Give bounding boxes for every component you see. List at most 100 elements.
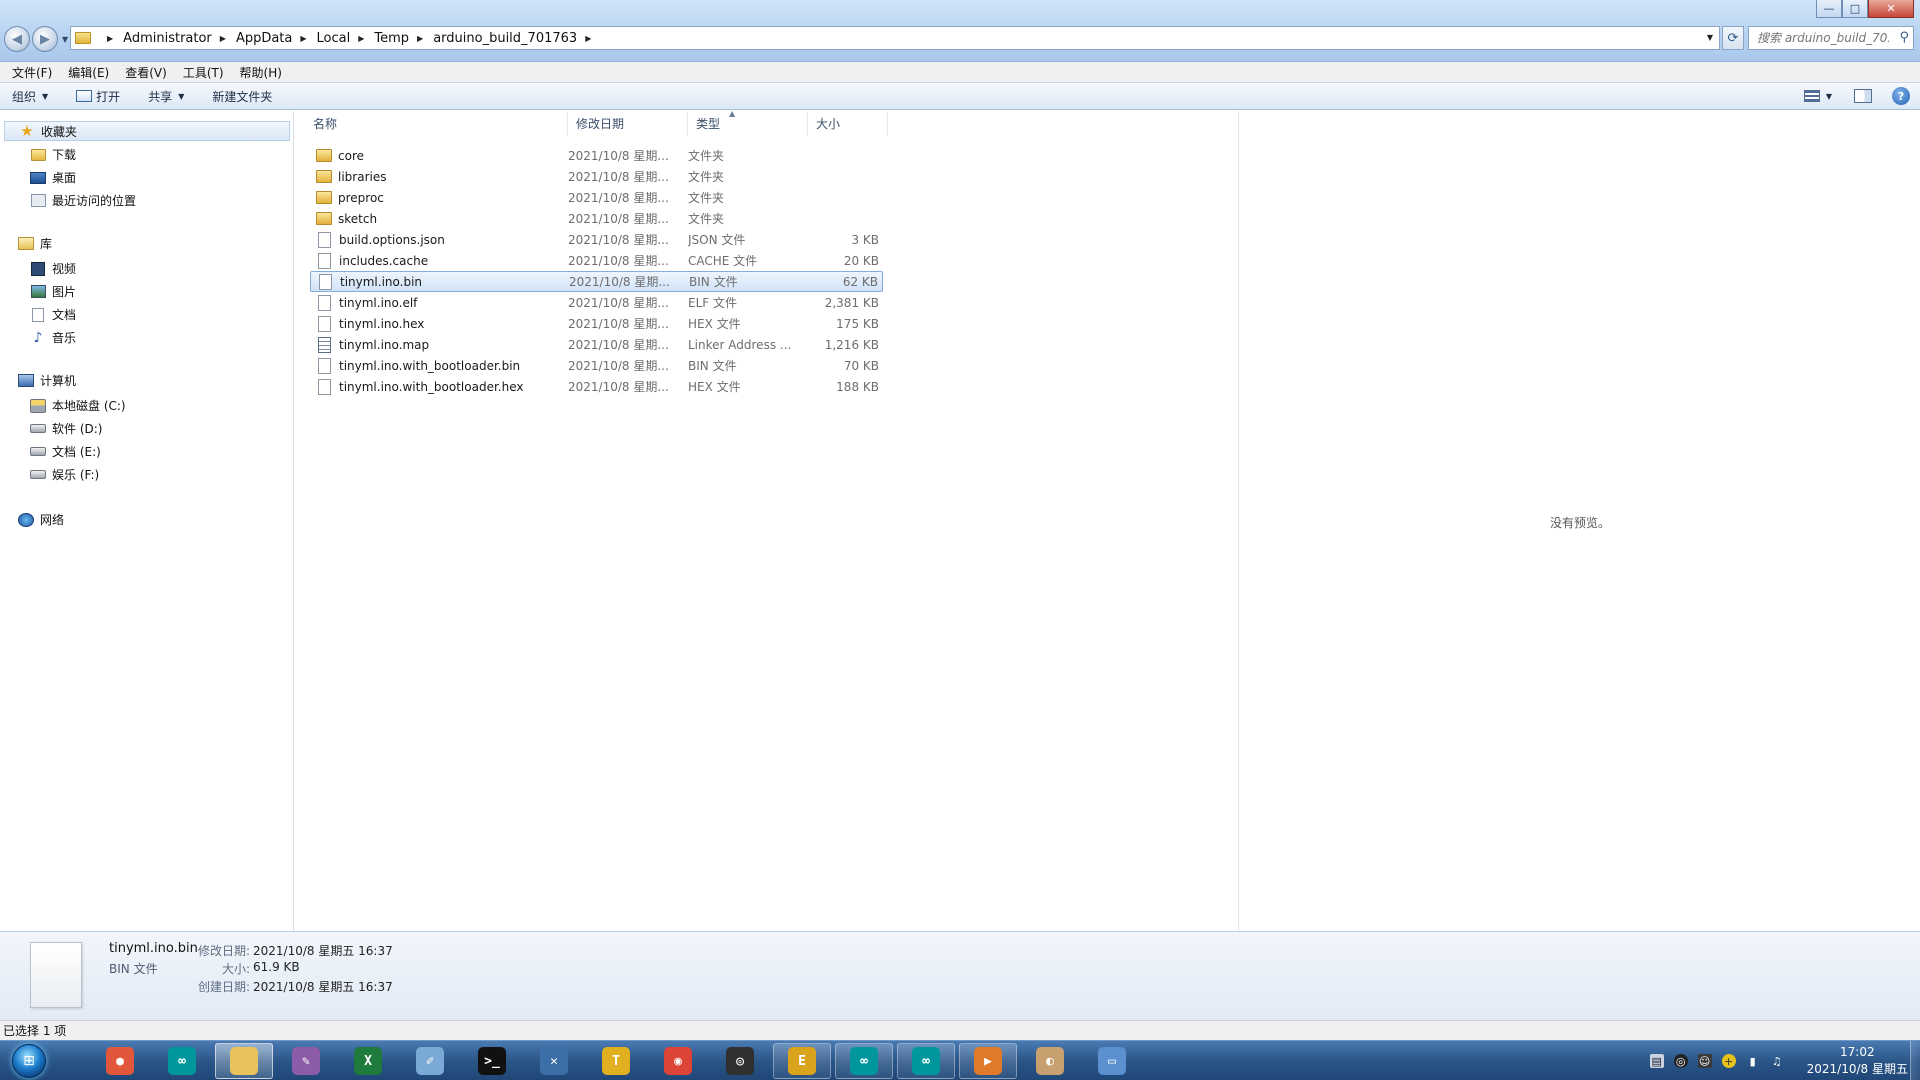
taskbar-app-button[interactable]: ✕ <box>525 1043 583 1079</box>
minimize-button[interactable]: — <box>1816 0 1842 18</box>
column-header-type[interactable]: 类型 <box>688 111 808 136</box>
share-button[interactable]: 共享 ▼ <box>148 88 184 105</box>
details-created-value[interactable]: 2021/10/8 星期五 16:37 <box>253 978 393 995</box>
breadcrumb-local[interactable]: Local ▶ <box>317 31 375 46</box>
taskbar-app-button[interactable]: ∞ <box>153 1043 211 1079</box>
nav-item-drive-d[interactable]: 软件 (D:) <box>30 420 102 437</box>
file-row[interactable]: includes.cache 2021/10/8 星期... CACHE 文件 … <box>310 250 883 271</box>
nav-item-drive-f[interactable]: 娱乐 (F:) <box>30 466 99 483</box>
taskbar-app-button[interactable]: X <box>339 1043 397 1079</box>
nav-item-recent[interactable]: 最近访问的位置 <box>30 192 136 209</box>
keyboard-icon[interactable]: ▤ <box>1649 1054 1664 1068</box>
breadcrumb-temp[interactable]: Temp ▶ <box>374 31 433 46</box>
folder-icon <box>316 191 332 204</box>
nav-item-music[interactable]: ♪ 音乐 <box>30 329 76 346</box>
chevron-right-icon[interactable]: ▶ <box>300 34 306 43</box>
chevron-right-icon[interactable]: ▶ <box>220 34 226 43</box>
forward-button[interactable]: ▶ <box>32 26 58 52</box>
taskbar-app-button[interactable]: ◉ <box>649 1043 707 1079</box>
file-row[interactable]: tinyml.ino.hex 2021/10/8 星期... HEX 文件 17… <box>310 313 883 334</box>
file-row[interactable]: preproc 2021/10/8 星期... 文件夹 <box>310 187 883 208</box>
notepad-icon: ✐ <box>416 1047 444 1075</box>
taskbar-app-button[interactable]: ▭ <box>1083 1043 1141 1079</box>
breadcrumb-arduino-build[interactable]: arduino_build_701763 ▶ <box>433 31 601 46</box>
nav-item-drive-e[interactable]: 文档 (E:) <box>30 443 101 460</box>
nav-item-downloads[interactable]: 下载 <box>30 146 76 163</box>
menu-edit[interactable]: 编辑(E) <box>60 64 117 81</box>
taskbar-app-button[interactable]: ✎ <box>277 1043 335 1079</box>
file-row[interactable]: tinyml.ino.with_bootloader.bin 2021/10/8… <box>310 355 883 376</box>
chevron-right-icon[interactable]: ▶ <box>107 34 113 43</box>
column-header-size[interactable]: 大小 <box>808 111 888 136</box>
nav-item-pictures[interactable]: 图片 <box>30 283 76 300</box>
update-tray-icon[interactable]: + <box>1721 1054 1736 1068</box>
network-signal-icon[interactable]: ▮ <box>1746 1054 1760 1068</box>
new-folder-button[interactable]: 新建文件夹 <box>212 88 272 105</box>
taskbar-app-button[interactable]: ▶ <box>959 1043 1017 1079</box>
address-dropdown-icon[interactable]: ▼ <box>1707 33 1713 42</box>
breadcrumb-appdata[interactable]: AppData ▶ <box>236 31 317 46</box>
show-desktop-button[interactable] <box>1910 1041 1920 1080</box>
nav-network[interactable]: 网络 <box>18 511 64 528</box>
chevron-right-icon[interactable]: ▶ <box>358 34 364 43</box>
clock[interactable]: 17:02 2021/10/8 星期五 <box>1807 1044 1908 1078</box>
nav-item-drive-c[interactable]: 本地磁盘 (C:) <box>30 397 126 414</box>
menu-file[interactable]: 文件(F) <box>4 64 60 81</box>
search-input[interactable] <box>1757 31 1889 45</box>
file-row[interactable]: tinyml.ino.with_bootloader.hex 2021/10/8… <box>310 376 883 397</box>
open-button[interactable]: 打开 <box>76 88 120 105</box>
taskbar-app-button[interactable]: ∞ <box>835 1043 893 1079</box>
arduino-icon: ∞ <box>168 1047 196 1075</box>
taskbar-app-button[interactable]: T <box>587 1043 645 1079</box>
nav-favorites[interactable]: ★ 收藏夹 <box>4 121 290 141</box>
obs-tray-icon[interactable]: ◎ <box>1673 1054 1688 1068</box>
excel-icon: X <box>354 1047 382 1075</box>
file-row[interactable]: tinyml.ino.elf 2021/10/8 星期... ELF 文件 2,… <box>310 292 883 313</box>
file-row[interactable]: core 2021/10/8 星期... 文件夹 <box>310 145 883 166</box>
close-button[interactable]: ✕ <box>1868 0 1914 18</box>
file-row[interactable]: sketch 2021/10/8 星期... 文件夹 <box>310 208 883 229</box>
menu-view[interactable]: 查看(V) <box>117 64 175 81</box>
wechat-tray-icon[interactable]: ☺ <box>1697 1054 1712 1068</box>
preview-pane-icon[interactable] <box>1854 89 1872 103</box>
view-options-icon[interactable] <box>1803 90 1820 102</box>
taskbar-app-button[interactable]: ✐ <box>401 1043 459 1079</box>
menu-help[interactable]: 帮助(H) <box>232 64 290 81</box>
start-button[interactable]: ⊞ <box>4 1042 54 1080</box>
taskbar-app-button[interactable] <box>215 1043 273 1079</box>
help-icon[interactable]: ? <box>1892 87 1910 105</box>
file-row[interactable]: build.options.json 2021/10/8 星期... JSON … <box>310 229 883 250</box>
nav-item-videos[interactable]: 视频 <box>30 260 76 277</box>
column-header-name[interactable]: 名称 <box>295 111 568 136</box>
organize-button[interactable]: 组织 ▼ <box>12 88 48 105</box>
taskbar-app-button[interactable]: ∞ <box>897 1043 955 1079</box>
star-icon: ★ <box>20 122 34 140</box>
nav-computer[interactable]: 计算机 <box>18 372 76 389</box>
taskbar-app-button[interactable]: >_ <box>463 1043 521 1079</box>
nav-item-desktop[interactable]: 桌面 <box>30 169 76 186</box>
address-bar[interactable]: ▶ Administrator ▶ AppData ▶ Local ▶ Temp ▶ a… <box>70 26 1720 50</box>
volume-icon[interactable]: ♫ <box>1770 1054 1784 1068</box>
nav-item-documents[interactable]: 文档 <box>30 306 76 323</box>
search-box[interactable]: ⚲ <box>1748 26 1914 50</box>
column-header-date[interactable]: 修改日期 <box>568 111 688 136</box>
file-row-selected[interactable]: tinyml.ino.bin 2021/10/8 星期... BIN 文件 62… <box>310 271 883 292</box>
history-dropdown-icon[interactable]: ▼ <box>62 35 68 44</box>
taskbar-app-button[interactable]: ● <box>91 1043 149 1079</box>
file-row[interactable]: libraries 2021/10/8 星期... 文件夹 <box>310 166 883 187</box>
refresh-button[interactable]: ⟳ <box>1722 26 1744 50</box>
chevron-right-icon[interactable]: ▶ <box>417 34 423 43</box>
nav-libraries[interactable]: 库 <box>18 235 52 252</box>
chevron-right-icon[interactable]: ▶ <box>585 34 591 43</box>
file-row[interactable]: tinyml.ino.map 2021/10/8 星期... Linker Ad… <box>310 334 883 355</box>
taskbar-app-button[interactable]: ◎ <box>711 1043 769 1079</box>
taskbar-app-button[interactable]: E <box>773 1043 831 1079</box>
view-caret-icon[interactable]: ▼ <box>1826 92 1832 101</box>
breadcrumb-administrator[interactable]: Administrator ▶ <box>123 31 236 46</box>
maximize-button[interactable]: □ <box>1842 0 1868 18</box>
search-icon[interactable]: ⚲ <box>1899 30 1909 45</box>
taskbar-app-button[interactable]: ◐ <box>1021 1043 1079 1079</box>
back-button[interactable]: ◀ <box>4 26 30 52</box>
menu-tools[interactable]: 工具(T) <box>175 64 232 81</box>
details-modified-value[interactable]: 2021/10/8 星期五 16:37 <box>253 942 393 959</box>
